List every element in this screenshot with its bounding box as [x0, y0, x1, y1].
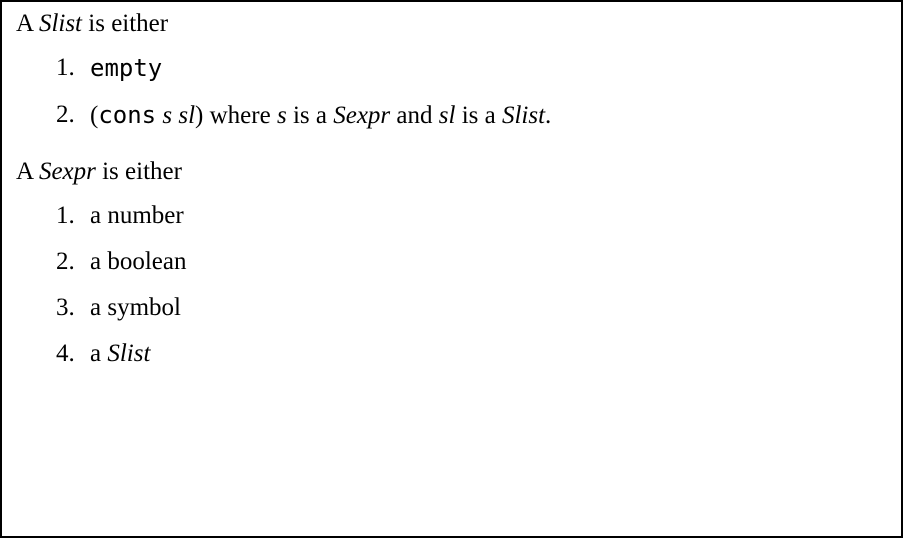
- var-sl: sl: [439, 102, 456, 129]
- text: a symbol: [90, 294, 181, 321]
- cons-keyword: cons: [98, 101, 156, 129]
- text: is a: [287, 102, 334, 129]
- sexpr-term: Sexpr: [39, 158, 96, 185]
- list-item: a number: [56, 202, 887, 230]
- text: a boolean: [90, 248, 186, 275]
- text: a: [90, 340, 107, 367]
- sexpr-term: Sexpr: [333, 102, 390, 129]
- text: and: [390, 102, 439, 129]
- sexpr-intro: A Sexpr is either: [16, 158, 887, 186]
- text: A: [16, 158, 39, 185]
- slist-intro: A Slist is either: [16, 10, 887, 38]
- empty-keyword: empty: [90, 54, 162, 82]
- slist-term: Slist: [39, 10, 82, 37]
- list-item: a Slist: [56, 340, 887, 368]
- text: is either: [96, 158, 182, 185]
- var-s: s: [277, 102, 287, 129]
- list-item: a symbol: [56, 294, 887, 322]
- sexpr-definition: A Sexpr is either a number a boolean a s…: [16, 158, 887, 368]
- text: where: [203, 102, 277, 129]
- period: .: [545, 102, 551, 129]
- definition-box: A Slist is either empty (cons s sl) wher…: [0, 0, 903, 538]
- var-s: s: [162, 102, 172, 129]
- var-sl: sl: [178, 102, 195, 129]
- slist-cases: empty (cons s sl) where s is a Sexpr and…: [56, 54, 887, 130]
- text: a number: [90, 202, 184, 229]
- text: is either: [82, 10, 168, 37]
- sexpr-cases: a number a boolean a symbol a Slist: [56, 202, 887, 368]
- list-item: empty: [56, 54, 887, 83]
- text: is a: [455, 102, 502, 129]
- list-item: a boolean: [56, 248, 887, 276]
- slist-definition: A Slist is either empty (cons s sl) wher…: [16, 10, 887, 130]
- slist-term: Slist: [107, 340, 150, 367]
- list-item: (cons s sl) where s is a Sexpr and sl is…: [56, 101, 887, 130]
- slist-term: Slist: [502, 102, 545, 129]
- text: A: [16, 10, 39, 37]
